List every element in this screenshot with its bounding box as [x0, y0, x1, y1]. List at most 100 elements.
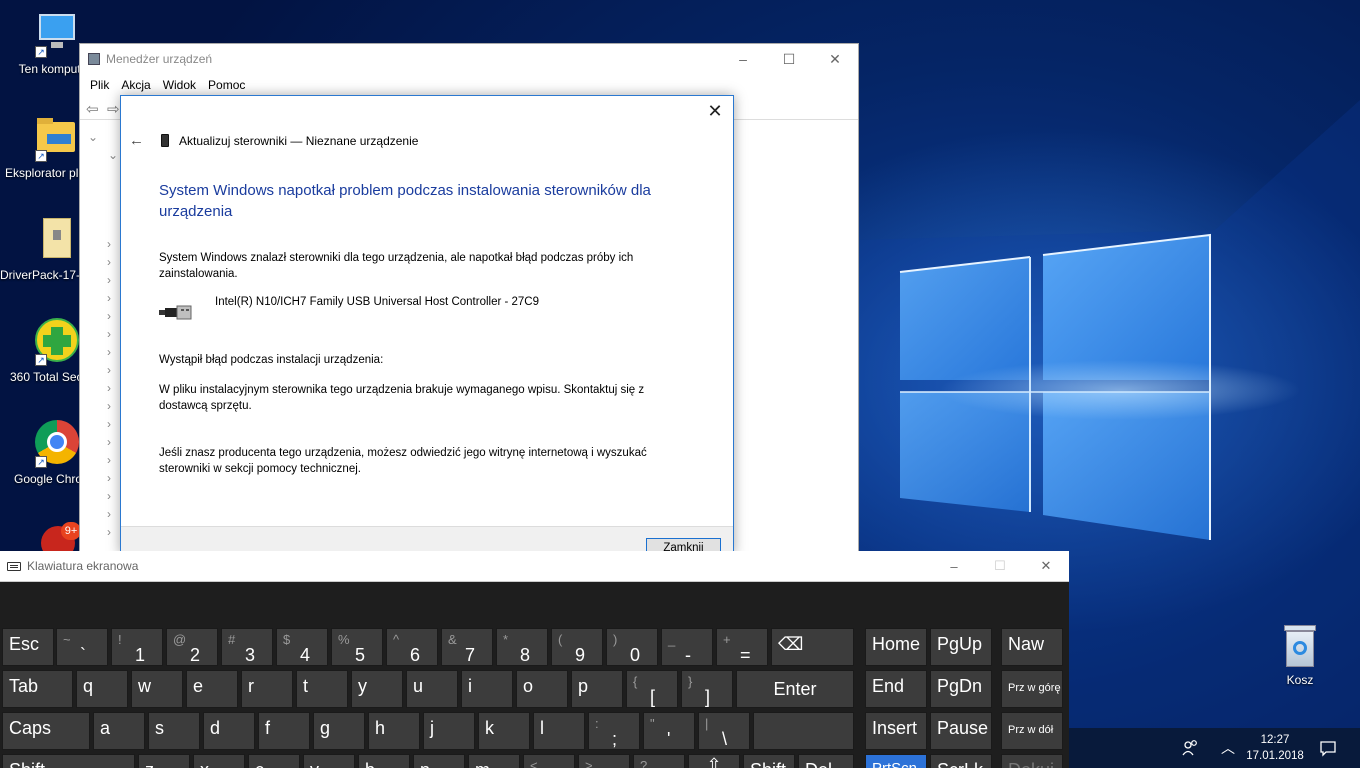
key-x[interactable]: x — [193, 754, 245, 768]
chevron-right-icon[interactable]: › — [107, 435, 111, 449]
dialog-close-icon[interactable]: ✕ — [703, 100, 727, 124]
chevron-right-icon[interactable]: › — [107, 417, 111, 431]
keyboard-titlebar[interactable]: Klawiatura ekranowa – ☐ ✕ — [0, 551, 1069, 582]
key-n[interactable]: n — [413, 754, 465, 768]
key-g[interactable]: g — [313, 712, 365, 750]
key-o[interactable]: o — [516, 670, 568, 708]
key-insert[interactable]: Insert — [865, 712, 927, 750]
chevron-right-icon[interactable]: › — [107, 471, 111, 485]
key-s[interactable]: s — [148, 712, 200, 750]
key-u[interactable]: u — [406, 670, 458, 708]
back-arrow-icon[interactable]: ⇦ — [86, 100, 99, 118]
chevron-right-icon[interactable]: › — [107, 507, 111, 521]
chevron-right-icon[interactable]: › — [107, 381, 111, 395]
key-dock[interactable]: Dokuj — [1001, 754, 1063, 768]
key-backtick[interactable]: ~ ` — [56, 628, 108, 666]
key-slash[interactable]: ?/ — [633, 754, 685, 768]
key-backslash[interactable]: | \ — [698, 712, 750, 750]
chevron-right-icon[interactable]: › — [107, 255, 111, 269]
key-t[interactable]: t — [296, 670, 348, 708]
key-f[interactable]: f — [258, 712, 310, 750]
key-l[interactable]: l — [533, 712, 585, 750]
key-scrlk[interactable]: ScrLk — [930, 754, 992, 768]
key-prtscn[interactable]: PrtScn — [865, 754, 927, 768]
key-backspace[interactable]: ⌫ — [771, 628, 854, 666]
key-9[interactable]: (9 — [551, 628, 603, 666]
back-arrow-icon[interactable]: ← — [129, 132, 153, 149]
key-move-down[interactable]: Prz w dół — [1001, 712, 1063, 750]
menu-file[interactable]: Plik — [84, 78, 115, 92]
key-esc[interactable]: Esc — [2, 628, 54, 666]
key-a[interactable]: a — [93, 712, 145, 750]
key-r[interactable]: r — [241, 670, 293, 708]
key-tab[interactable]: Tab — [2, 670, 73, 708]
chevron-right-icon[interactable]: › — [107, 453, 111, 467]
key-k[interactable]: k — [478, 712, 530, 750]
menu-help[interactable]: Pomoc — [202, 78, 251, 92]
key-8[interactable]: * 8 — [496, 628, 548, 666]
key-7[interactable]: & 7 — [441, 628, 493, 666]
key-quote[interactable]: " ' — [643, 712, 695, 750]
key-i[interactable]: i — [461, 670, 513, 708]
people-icon[interactable] — [1181, 728, 1201, 768]
key-equals[interactable]: + = — [716, 628, 768, 666]
key-j[interactable]: j — [423, 712, 475, 750]
key-5[interactable]: % 5 — [331, 628, 383, 666]
key-pause[interactable]: Pause — [930, 712, 992, 750]
chevron-down-icon[interactable]: ⌄ — [88, 130, 98, 144]
key-6[interactable]: ^ 6 — [386, 628, 438, 666]
close-button[interactable]: ✕ — [812, 44, 858, 74]
key-nav[interactable]: Naw — [1001, 628, 1063, 666]
key-y[interactable]: y — [351, 670, 403, 708]
key-caps[interactable]: Caps — [2, 712, 90, 750]
key-home[interactable]: Home — [865, 628, 927, 666]
key-enter[interactable]: Enter — [736, 670, 854, 708]
device-manager-titlebar[interactable]: Menedżer urządzeń – ☐ ✕ — [80, 44, 858, 74]
key-4[interactable]: $4 — [276, 628, 328, 666]
key-c[interactable]: c — [248, 754, 300, 768]
key-z[interactable]: z — [138, 754, 190, 768]
key-q[interactable]: q — [76, 670, 128, 708]
desktop-icon-recycle-bin[interactable]: Kosz — [1270, 625, 1330, 687]
key-3[interactable]: #3 — [221, 628, 273, 666]
key-comma[interactable]: <, — [523, 754, 575, 768]
chevron-right-icon[interactable]: › — [107, 489, 111, 503]
key-b[interactable]: b — [358, 754, 410, 768]
chevron-right-icon[interactable]: › — [107, 291, 111, 305]
tray-expand-chevron-up-icon[interactable]: ︿ — [1221, 728, 1235, 768]
key-end[interactable]: End — [865, 670, 927, 708]
chevron-down-icon[interactable]: ⌄ — [108, 148, 118, 162]
action-center-icon[interactable] — [1319, 728, 1337, 768]
taskbar-clock[interactable]: 12:27 17.01.2018 — [1239, 732, 1311, 764]
minimize-button[interactable]: – — [931, 551, 977, 581]
chevron-right-icon[interactable]: › — [107, 309, 111, 323]
key-p[interactable]: p — [571, 670, 623, 708]
key-enter-lower[interactable] — [753, 712, 854, 750]
key-m[interactable]: m — [468, 754, 520, 768]
key-minus[interactable]: _ - — [661, 628, 713, 666]
key-1[interactable]: ! 1 — [111, 628, 163, 666]
close-button[interactable]: ✕ — [1023, 551, 1069, 581]
key-0[interactable]: ) 0 — [606, 628, 658, 666]
chevron-right-icon[interactable]: › — [107, 237, 111, 251]
chevron-right-icon[interactable]: › — [107, 345, 111, 359]
key-v[interactable]: v — [303, 754, 355, 768]
key-e[interactable]: e — [186, 670, 238, 708]
key-arrow-up[interactable]: ⇧ — [688, 754, 740, 768]
key-d[interactable]: d — [203, 712, 255, 750]
key-2[interactable]: @2 — [166, 628, 218, 666]
key-bracket-left[interactable]: {[ — [626, 670, 678, 708]
chevron-right-icon[interactable]: › — [107, 399, 111, 413]
key-pgdn[interactable]: PgDn — [930, 670, 992, 708]
key-pgup[interactable]: PgUp — [930, 628, 992, 666]
menu-action[interactable]: Akcja — [115, 78, 156, 92]
key-shift-left[interactable]: Shift — [2, 754, 135, 768]
key-move-up[interactable]: Prz w górę — [1001, 670, 1063, 708]
key-semicolon[interactable]: :; — [588, 712, 640, 750]
key-shift-right[interactable]: Shift — [743, 754, 795, 768]
menu-view[interactable]: Widok — [157, 78, 202, 92]
maximize-button[interactable]: ☐ — [766, 44, 812, 74]
forward-arrow-icon[interactable]: ⇨ — [107, 100, 120, 118]
key-period[interactable]: >. — [578, 754, 630, 768]
key-bracket-right[interactable]: }] — [681, 670, 733, 708]
